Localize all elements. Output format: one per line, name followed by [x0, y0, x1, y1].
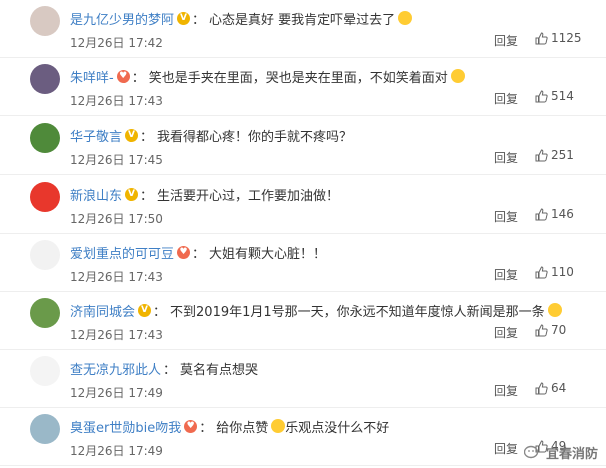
comment-text: 笑也是手夹在里面，哭也是夹在里面，不如笑着面对: [148, 70, 448, 86]
comment-text: 心态是真好 要我肯定吓晕过去了: [209, 12, 396, 28]
like-count: 1125: [551, 31, 582, 45]
avatar[interactable]: [30, 298, 60, 328]
comment-item: 是九亿少男的梦阿 V ： 心态是真好 要我肯定吓晕过去了 12月26日 17:4…: [0, 0, 606, 58]
thumbs-up-icon: [535, 381, 548, 394]
username-link[interactable]: 朱咩咩-: [70, 67, 114, 86]
thumbs-up-icon: [535, 207, 548, 220]
timestamp: 12月26日 17:50: [70, 212, 163, 226]
username-link[interactable]: 是九亿少男的梦阿: [70, 9, 174, 28]
colon: ：: [153, 304, 167, 320]
comment-text: 生活要开心过，工作要加油做！: [157, 188, 340, 204]
colon: ：: [192, 12, 206, 28]
comment-item: 华子敬言 V ： 我看得都心疼！你的手就不疼吗？ 12月26日 17:45 回复…: [0, 117, 606, 175]
avatar[interactable]: [30, 123, 60, 153]
username-link[interactable]: 济南同城会: [70, 301, 135, 320]
like-count: 251: [551, 148, 574, 162]
colon: ：: [192, 246, 206, 262]
colon: ：: [199, 420, 213, 436]
fan-badge-icon: ♥: [116, 69, 130, 83]
username-link[interactable]: 爱划重点的可可豆: [70, 243, 174, 262]
like-button[interactable]: 514: [535, 89, 574, 103]
thumbs-up-icon: [535, 265, 548, 278]
timestamp: 12月26日 17:43: [70, 94, 163, 108]
comment-item: 朱咩咩- ♥ ： 笑也是手夹在里面，哭也是夹在里面，不如笑着面对 12月26日 …: [0, 58, 606, 116]
reply-button[interactable]: 回复: [494, 440, 518, 457]
verified-badge-icon: V: [177, 11, 191, 25]
like-count: 146: [551, 207, 574, 221]
reply-button[interactable]: 回复: [494, 266, 518, 283]
thumbs-up-icon: [535, 31, 548, 44]
timestamp: 12月26日 17:49: [70, 386, 163, 400]
comment-item: 新浪山东 V ： 生活要开心过，工作要加油做！ 12月26日 17:50 回复 …: [0, 176, 606, 234]
avatar[interactable]: [30, 6, 60, 36]
verified-badge-icon: V: [125, 128, 139, 142]
verified-badge-icon: V: [125, 187, 139, 201]
avatar[interactable]: [30, 414, 60, 444]
reply-button[interactable]: 回复: [494, 324, 518, 341]
colon: ：: [140, 129, 154, 145]
comment-feed: 是九亿少男的梦阿 V ： 心态是真好 要我肯定吓晕过去了 12月26日 17:4…: [0, 0, 606, 468]
comment-item: 查无凉九邪此人 ： 莫名有点想哭 12月26日 17:49 回复 64: [0, 350, 606, 408]
reply-button[interactable]: 回复: [494, 90, 518, 107]
like-count: 514: [551, 89, 574, 103]
watermark-text: 宜春消防: [545, 447, 598, 462]
like-count: 64: [551, 381, 567, 395]
reply-button[interactable]: 回复: [494, 382, 518, 399]
reply-button[interactable]: 回复: [494, 208, 518, 225]
timestamp: 12月26日 17:42: [70, 36, 163, 50]
username-link[interactable]: 查无凉九邪此人: [70, 359, 161, 378]
comment-text-continued: 乐观点没什么不好: [285, 420, 390, 436]
watermark: 宜春消防: [523, 443, 598, 462]
comment-text: 给你点赞: [216, 420, 269, 436]
username-link[interactable]: 华子敬言: [70, 126, 122, 145]
colon: ：: [131, 70, 145, 86]
colon: ：: [140, 188, 154, 204]
fan-badge-icon: ♥: [177, 245, 191, 259]
avatar[interactable]: [30, 356, 60, 386]
like-button[interactable]: 146: [535, 207, 574, 221]
thumbs-up-icon: [535, 89, 548, 102]
fan-badge-icon: ♥: [184, 419, 198, 433]
comment-text: 我看得都心疼！你的手就不疼吗？: [157, 129, 353, 145]
reply-button[interactable]: 回复: [494, 149, 518, 166]
colon: ：: [163, 362, 177, 378]
comment-item: 济南同城会 V ： 不到2019年1月1号那一天，你永远不知道年度惊人新闻是那一…: [0, 292, 606, 350]
grinning-sweat-emoji: [398, 11, 413, 25]
username-link[interactable]: 新浪山东: [70, 185, 122, 204]
comment-text: 不到2019年1月1号那一天，你永远不知道年度惊人新闻是那一条: [170, 304, 545, 320]
like-button[interactable]: 64: [535, 381, 566, 395]
comment-item: 爱划重点的可可豆 ♥ ： 大姐有颗大心脏！！ 12月26日 17:43 回复 1…: [0, 234, 606, 292]
verified-badge-icon: V: [138, 303, 152, 317]
avatar[interactable]: [30, 64, 60, 94]
comment-item: 臭蛋er世勋bie吻我 ♥ ： 给你点赞 乐观点没什么不好 12月26日 17:…: [0, 408, 606, 466]
avatar[interactable]: [30, 182, 60, 212]
timestamp: 12月26日 17:49: [70, 444, 163, 458]
thumbs-up-emoji: [271, 419, 286, 433]
crying-face-emoji: [547, 303, 562, 317]
thumbs-up-icon: [535, 323, 548, 336]
timestamp: 12月26日 17:43: [70, 328, 163, 342]
like-count: 110: [551, 265, 574, 279]
comment-text: 大姐有颗大心脏！！: [209, 246, 327, 262]
like-button[interactable]: 70: [535, 323, 566, 337]
like-count: 70: [551, 323, 567, 337]
timestamp: 12月26日 17:45: [70, 153, 163, 167]
like-button[interactable]: 251: [535, 148, 574, 162]
tears-of-joy-emoji: [450, 69, 465, 83]
like-button[interactable]: 1125: [535, 31, 582, 45]
reply-button[interactable]: 回复: [494, 32, 518, 49]
wechat-icon: [523, 445, 539, 458]
thumbs-up-icon: [535, 148, 548, 161]
comment-text: 莫名有点想哭: [180, 362, 259, 378]
timestamp: 12月26日 17:43: [70, 270, 163, 284]
avatar[interactable]: [30, 240, 60, 270]
like-button[interactable]: 110: [535, 265, 574, 279]
username-link[interactable]: 臭蛋er世勋bie吻我: [70, 417, 181, 436]
